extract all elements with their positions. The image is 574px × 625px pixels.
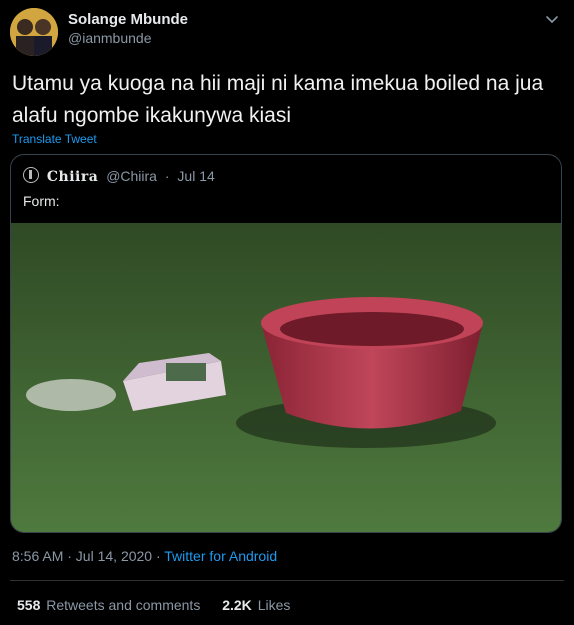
- likes-stat[interactable]: 2.2K Likes: [222, 597, 290, 613]
- quoted-author-name: Chiira: [46, 169, 99, 185]
- retweets-label: Retweets and comments: [46, 597, 201, 613]
- quoted-avatar-icon: [23, 167, 39, 183]
- author-handle[interactable]: @ianmbunde: [68, 30, 152, 46]
- likes-count: 2.2K: [222, 597, 252, 613]
- chevron-down-icon[interactable]: [542, 10, 562, 30]
- tweet-time[interactable]: 8:56 AM · Jul 14, 2020 ·: [12, 548, 164, 564]
- translate-tweet-link[interactable]: Translate Tweet: [12, 132, 97, 146]
- divider: [10, 580, 564, 581]
- tweet-header: Solange Mbunde @ianmbunde: [10, 8, 564, 56]
- tweet-source-link[interactable]: Twitter for Android: [164, 548, 277, 564]
- quoted-date: Jul 14: [177, 168, 215, 184]
- retweets-stat[interactable]: 558 Retweets and comments: [17, 597, 200, 613]
- tweet-timestamp: 8:56 AM · Jul 14, 2020 · Twitter for And…: [12, 548, 277, 564]
- avatar[interactable]: [10, 8, 58, 56]
- quoted-tweet-header: Chiira @Chiira · Jul 14: [23, 167, 215, 185]
- author-name[interactable]: Solange Mbunde: [68, 11, 188, 28]
- quoted-author-handle: @Chiira: [106, 168, 157, 184]
- tweet-stats: 558 Retweets and comments 2.2K Likes: [17, 597, 290, 613]
- quoted-tweet-image[interactable]: [11, 223, 561, 532]
- tweet-text: Utamu ya kuoga na hii maji ni kama imeku…: [12, 72, 544, 127]
- quoted-separator: ·: [164, 168, 170, 184]
- likes-label: Likes: [257, 597, 291, 613]
- quoted-tweet[interactable]: Chiira @Chiira · Jul 14 Form:: [10, 154, 562, 533]
- retweets-count: 558: [17, 597, 41, 613]
- quoted-tweet-text: Form:: [23, 193, 60, 209]
